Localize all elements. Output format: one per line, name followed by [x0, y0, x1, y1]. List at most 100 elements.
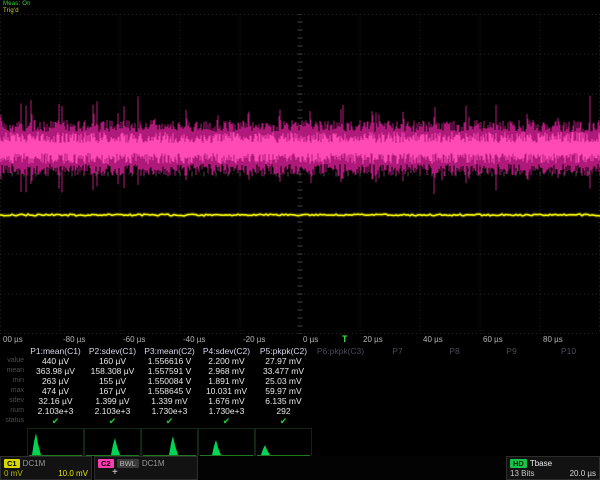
c2-offset-marker-icon: +	[112, 468, 118, 478]
meas-value	[369, 366, 426, 376]
meas-col-header[interactable]: P6:pkpk(C3)	[312, 346, 369, 356]
meas-value: 167 µV	[84, 386, 141, 396]
histicon[interactable]	[255, 428, 312, 458]
meas-value: 160 µV	[84, 356, 141, 366]
meas-status-check: ✔	[141, 416, 198, 426]
status-overlay-line2: Trig'd	[3, 8, 31, 15]
histicon[interactable]	[84, 428, 141, 458]
meas-value: 292	[255, 406, 312, 416]
meas-value	[426, 376, 483, 386]
meas-col-header[interactable]: P2:sdev(C1)	[84, 346, 141, 356]
meas-col-header[interactable]: P9	[483, 346, 540, 356]
meas-status-check: ✔	[27, 416, 84, 426]
meas-value	[483, 356, 540, 366]
meas-value	[483, 396, 540, 406]
histicon[interactable]	[27, 428, 84, 458]
meas-value: 1.730e+3	[141, 406, 198, 416]
meas-value	[369, 386, 426, 396]
time-axis-label: 60 µs	[483, 335, 503, 344]
meas-value: 2.200 mV	[198, 356, 255, 366]
time-axis-label: 80 µs	[543, 335, 563, 344]
meas-col-header[interactable]: P1:mean(C1)	[27, 346, 84, 356]
meas-col-header[interactable]: P5:pkpk(C2)	[255, 346, 312, 356]
meas-value-row: num2.103e+32.103e+31.730e+31.730e+3292	[0, 406, 600, 416]
meas-row-label	[0, 346, 27, 356]
c1-channel-chip: C1	[4, 459, 20, 468]
measurement-table: P1:mean(C1)P2:sdev(C1)P3:mean(C2)P4:sdev…	[0, 346, 600, 426]
meas-status-row: status✔✔✔✔✔	[0, 416, 600, 426]
meas-value: 440 µV	[27, 356, 84, 366]
time-axis-label: -60 µs	[123, 335, 145, 344]
meas-value: 1.550084 V	[141, 376, 198, 386]
c1-descriptor[interactable]: C1 DC1M 0 mV 10.0 mV	[0, 456, 92, 480]
meas-value	[312, 386, 369, 396]
meas-value: 474 µV	[27, 386, 84, 396]
oscilloscope-screen: Meas: On Trig'd T 00 µs-80 µs-60 µs-40 µ…	[0, 0, 600, 480]
meas-value: 1.399 µV	[84, 396, 141, 406]
meas-value	[540, 406, 597, 416]
meas-value	[483, 366, 540, 376]
meas-value: 158.308 µV	[84, 366, 141, 376]
timebase-label: Tbase	[530, 459, 552, 468]
meas-value	[369, 376, 426, 386]
meas-col-header[interactable]: P8	[426, 346, 483, 356]
meas-value	[312, 376, 369, 386]
meas-status-check	[369, 416, 426, 426]
meas-col-header[interactable]: P4:sdev(C2)	[198, 346, 255, 356]
histicon[interactable]	[141, 428, 198, 458]
meas-status-check	[426, 416, 483, 426]
meas-header-row: P1:mean(C1)P2:sdev(C1)P3:mean(C2)P4:sdev…	[0, 346, 600, 356]
meas-status-check: ✔	[198, 416, 255, 426]
meas-value: 25.03 mV	[255, 376, 312, 386]
center-axis-ticks	[0, 14, 600, 334]
hd-mode-chip: HD	[510, 459, 527, 468]
meas-value: 32.16 µV	[27, 396, 84, 406]
meas-value: 1.891 mV	[198, 376, 255, 386]
meas-status-check: ✔	[255, 416, 312, 426]
meas-row-label: min	[0, 376, 27, 386]
meas-status-check: ✔	[84, 416, 141, 426]
status-overlay: Meas: On Trig'd	[3, 1, 31, 15]
meas-value	[540, 376, 597, 386]
meas-value: 2.103e+3	[84, 406, 141, 416]
time-axis-label: -40 µs	[183, 335, 205, 344]
meas-value: 6.135 mV	[255, 396, 312, 406]
meas-value	[426, 396, 483, 406]
time-axis-label: 00 µs	[3, 335, 23, 344]
c1-trace[interactable]	[0, 214, 600, 216]
meas-status-check	[483, 416, 540, 426]
graticule[interactable]	[0, 14, 600, 334]
meas-value	[312, 356, 369, 366]
histicon[interactable]	[198, 428, 255, 458]
meas-value-row: min263 µV155 µV1.550084 V1.891 mV25.03 m…	[0, 376, 600, 386]
meas-value-row: mean363.98 µV158.308 µV1.557591 V2.968 m…	[0, 366, 600, 376]
meas-col-header[interactable]: P10	[540, 346, 597, 356]
meas-status-check	[540, 416, 597, 426]
bottom-bar: C1 DC1M 0 mV 10.0 mV C2 BWL DC1M + HD Tb…	[0, 456, 600, 480]
meas-col-header[interactable]: P7	[369, 346, 426, 356]
time-axis-label: 40 µs	[423, 335, 443, 344]
meas-value	[540, 356, 597, 366]
meas-value	[483, 376, 540, 386]
timebase-descriptor[interactable]: HD Tbase 13 Bits 20.0 µs	[506, 456, 600, 480]
meas-value: 1.339 mV	[141, 396, 198, 406]
meas-value	[483, 406, 540, 416]
meas-value: 59.97 mV	[255, 386, 312, 396]
meas-col-header[interactable]: P3:mean(C2)	[141, 346, 198, 356]
time-axis: T 00 µs-80 µs-60 µs-40 µs-20 µs0 µs20 µs…	[0, 334, 600, 346]
meas-value	[426, 366, 483, 376]
meas-value: 1.556616 V	[141, 356, 198, 366]
meas-value	[369, 406, 426, 416]
trigger-time-marker[interactable]: T	[342, 334, 348, 344]
meas-value: 1.676 mV	[198, 396, 255, 406]
status-overlay-line1: Meas: On	[3, 1, 31, 8]
meas-value	[540, 396, 597, 406]
meas-row-label: sdev	[0, 396, 27, 406]
meas-value	[426, 406, 483, 416]
c2-descriptor[interactable]: C2 BWL DC1M +	[94, 456, 198, 480]
meas-value	[312, 396, 369, 406]
c1-offset-value: 0 mV	[4, 469, 23, 478]
c1-scale-value: 10.0 mV	[58, 469, 88, 478]
meas-value: 10.031 mV	[198, 386, 255, 396]
meas-value: 2.968 mV	[198, 366, 255, 376]
